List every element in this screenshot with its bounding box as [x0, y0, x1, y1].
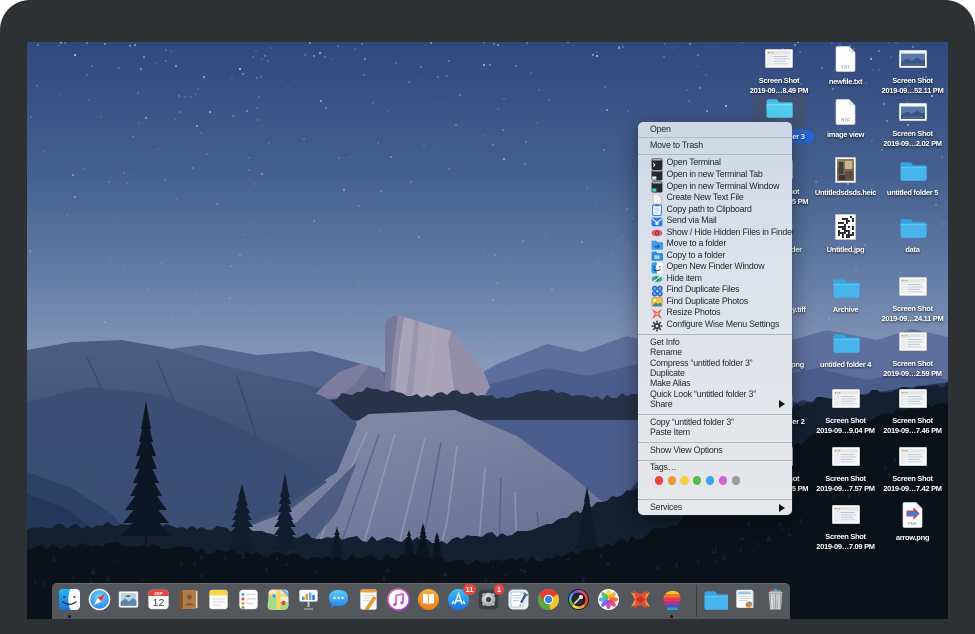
- svg-text:12: 12: [152, 597, 164, 609]
- svg-text:TXT: TXT: [841, 65, 850, 70]
- svg-text:RTF: RTF: [841, 118, 850, 123]
- svg-text:PNG: PNG: [908, 521, 917, 526]
- svg-text:SEP: SEP: [154, 591, 163, 596]
